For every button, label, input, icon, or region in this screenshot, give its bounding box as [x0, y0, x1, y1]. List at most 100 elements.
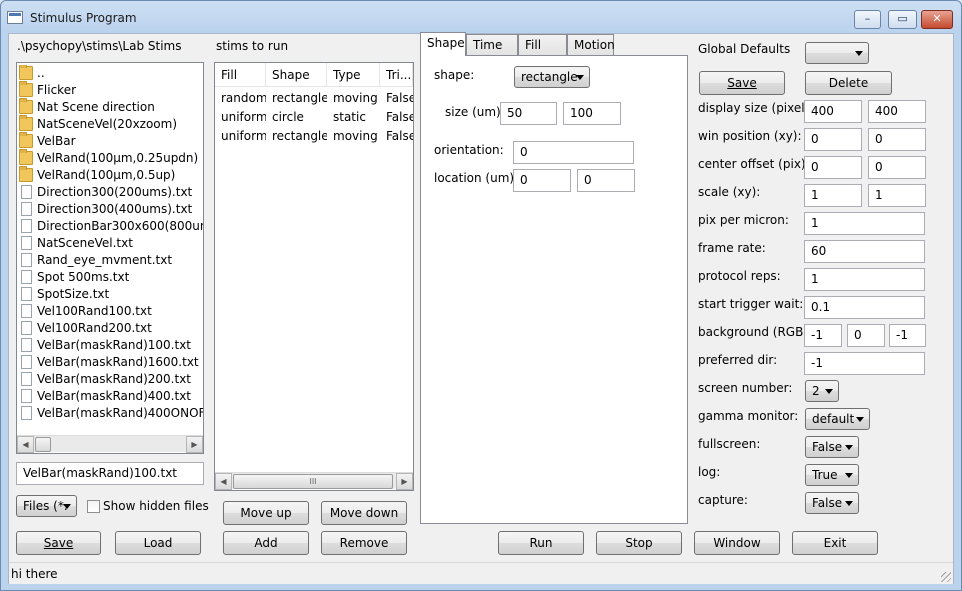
location-label: location (um):	[434, 171, 519, 185]
protocol-reps-input[interactable]: 1	[804, 268, 925, 291]
column-header[interactable]: Tri...	[380, 63, 413, 86]
tab-motion[interactable]: Motion	[567, 34, 615, 55]
frame-rate-input[interactable]: 60	[804, 240, 925, 263]
file-icon	[21, 338, 32, 352]
minimize-button[interactable]: –	[854, 10, 881, 29]
file-list-item-name: Direction300(400ums).txt	[37, 202, 193, 216]
scroll-left-icon[interactable]: ◀	[17, 436, 34, 453]
tab-time[interactable]: Time	[466, 34, 518, 55]
app-icon	[7, 11, 23, 24]
file-list-item-name: NatSceneVel(20xzoom)	[37, 117, 178, 131]
file-icon	[21, 185, 32, 199]
table-cell: rectangle	[272, 91, 327, 105]
scroll-right-icon[interactable]: ▶	[396, 473, 413, 490]
file-list-item-name: VelBar(maskRand)400ONOFF(c	[37, 406, 203, 420]
pix-per-micron-input[interactable]: 1	[804, 212, 925, 235]
gamma-monitor-select[interactable]: default	[805, 408, 870, 430]
file-list-scroll-thumb[interactable]	[35, 437, 51, 452]
chevron-down-icon	[855, 51, 863, 56]
column-header[interactable]: Type	[327, 63, 380, 86]
filename-input[interactable]: VelBar(maskRand)100.txt	[16, 462, 204, 485]
file-filter-select[interactable]: Files (*.	[16, 495, 77, 517]
exit-button[interactable]: Exit	[792, 531, 878, 555]
background-b-input[interactable]: -1	[889, 324, 926, 347]
close-button[interactable]: ✕	[921, 10, 953, 29]
run-button[interactable]: Run	[498, 531, 584, 555]
scale-y-input[interactable]: 1	[868, 184, 926, 207]
capture-select[interactable]: False	[805, 492, 859, 514]
table-row[interactable]: uniform circle static False	[215, 108, 413, 127]
display-size-h-input[interactable]: 400	[868, 100, 926, 123]
save-defaults-button[interactable]: Save	[699, 71, 785, 95]
table-row[interactable]: uniform rectangle moving False	[215, 127, 413, 146]
size-label: size (um):	[445, 105, 505, 119]
size-height-input[interactable]: 100	[563, 102, 621, 125]
stims-hscroll[interactable]: ◀ III ▶	[215, 472, 413, 490]
delete-defaults-button[interactable]: Delete	[805, 71, 892, 95]
table-cell: False	[386, 91, 413, 105]
frame-rate-label: frame rate:	[698, 241, 766, 255]
fullscreen-select[interactable]: False	[805, 436, 859, 458]
orientation-input[interactable]: 0	[513, 141, 634, 164]
shape-select[interactable]: rectangle	[514, 66, 590, 88]
gamma-monitor-label: gamma monitor:	[698, 409, 799, 423]
remove-stim-button[interactable]: Remove	[321, 531, 407, 555]
win-position-y-input[interactable]: 0	[868, 128, 926, 151]
display-size-w-input[interactable]: 400	[804, 100, 862, 123]
shape-select-value: rectangle	[521, 70, 578, 84]
file-list-hscroll[interactable]: ◀ ▶	[17, 435, 203, 453]
maximize-button[interactable]: ▭	[888, 10, 917, 29]
scroll-right-icon[interactable]: ▶	[186, 436, 203, 453]
background-r-input[interactable]: -1	[804, 324, 842, 347]
file-list-item-name: VelBar(maskRand)100.txt	[37, 338, 192, 352]
save-file-button[interactable]: Save	[16, 531, 101, 555]
table-row[interactable]: random rectangle moving False	[215, 89, 413, 108]
file-list-item-name: Direction300(200ums).txt	[37, 185, 193, 199]
win-position-x-input[interactable]: 0	[804, 128, 862, 151]
file-icon	[21, 287, 32, 301]
file-filter-value: Files (*.	[23, 499, 68, 513]
orientation-label: orientation:	[434, 143, 504, 157]
background-g-input[interactable]: 0	[847, 324, 885, 347]
location-y-input[interactable]: 0	[577, 169, 635, 192]
stims-scroll-thumb[interactable]: III	[233, 474, 393, 489]
screen-number-label: screen number:	[698, 381, 793, 395]
center-offset-y-input[interactable]: 0	[868, 156, 926, 179]
tab-fill[interactable]: Fill	[518, 34, 567, 55]
column-header[interactable]: Shape	[266, 63, 327, 86]
file-list-item-name: Flicker	[37, 83, 77, 97]
add-stim-button[interactable]: Add	[223, 531, 309, 555]
folder-icon	[19, 115, 33, 131]
move-down-button[interactable]: Move down	[321, 501, 407, 525]
center-offset-x-input[interactable]: 0	[804, 156, 862, 179]
location-x-input[interactable]: 0	[513, 169, 571, 192]
defaults-profile-select[interactable]	[805, 42, 869, 64]
capture-label: capture:	[698, 493, 748, 507]
screen-number-select[interactable]: 2	[805, 380, 839, 402]
file-icon	[21, 304, 32, 318]
gamma-monitor-value: default	[812, 412, 855, 426]
start-trigger-wait-input[interactable]: 0.1	[804, 296, 925, 319]
window-button[interactable]: Window	[694, 531, 780, 555]
size-width-input[interactable]: 50	[500, 102, 557, 125]
preferred-dir-input[interactable]: -1	[804, 352, 925, 375]
load-file-button[interactable]: Load	[115, 531, 201, 555]
table-cell: moving	[333, 129, 378, 143]
global-defaults-header: Global Defaults	[698, 42, 791, 56]
column-header[interactable]: Fill	[215, 63, 266, 86]
background-label: background (RGB):	[698, 325, 813, 339]
stop-button[interactable]: Stop	[596, 531, 682, 555]
scale-x-input[interactable]: 1	[804, 184, 862, 207]
stims-table[interactable]: Fill Shape Type Tri... random rectangle movin…	[214, 62, 414, 491]
log-select[interactable]: True	[805, 464, 859, 486]
resize-grip-icon[interactable]	[941, 572, 951, 582]
file-list[interactable]: .. Flicker Nat Scene direction NatSceneVel(…	[16, 62, 204, 454]
chevron-down-icon	[845, 473, 853, 478]
tab-shape[interactable]: Shape	[420, 32, 466, 56]
title-bar[interactable]: Stimulus Program – ▭ ✕	[1, 1, 961, 33]
screen-number-value: 2	[812, 384, 820, 398]
stims-table-body: random rectangle moving False uniform circle s…	[215, 89, 413, 469]
move-up-button[interactable]: Move up	[223, 501, 309, 525]
scroll-left-icon[interactable]: ◀	[215, 473, 232, 490]
show-hidden-checkbox[interactable]	[87, 500, 100, 513]
